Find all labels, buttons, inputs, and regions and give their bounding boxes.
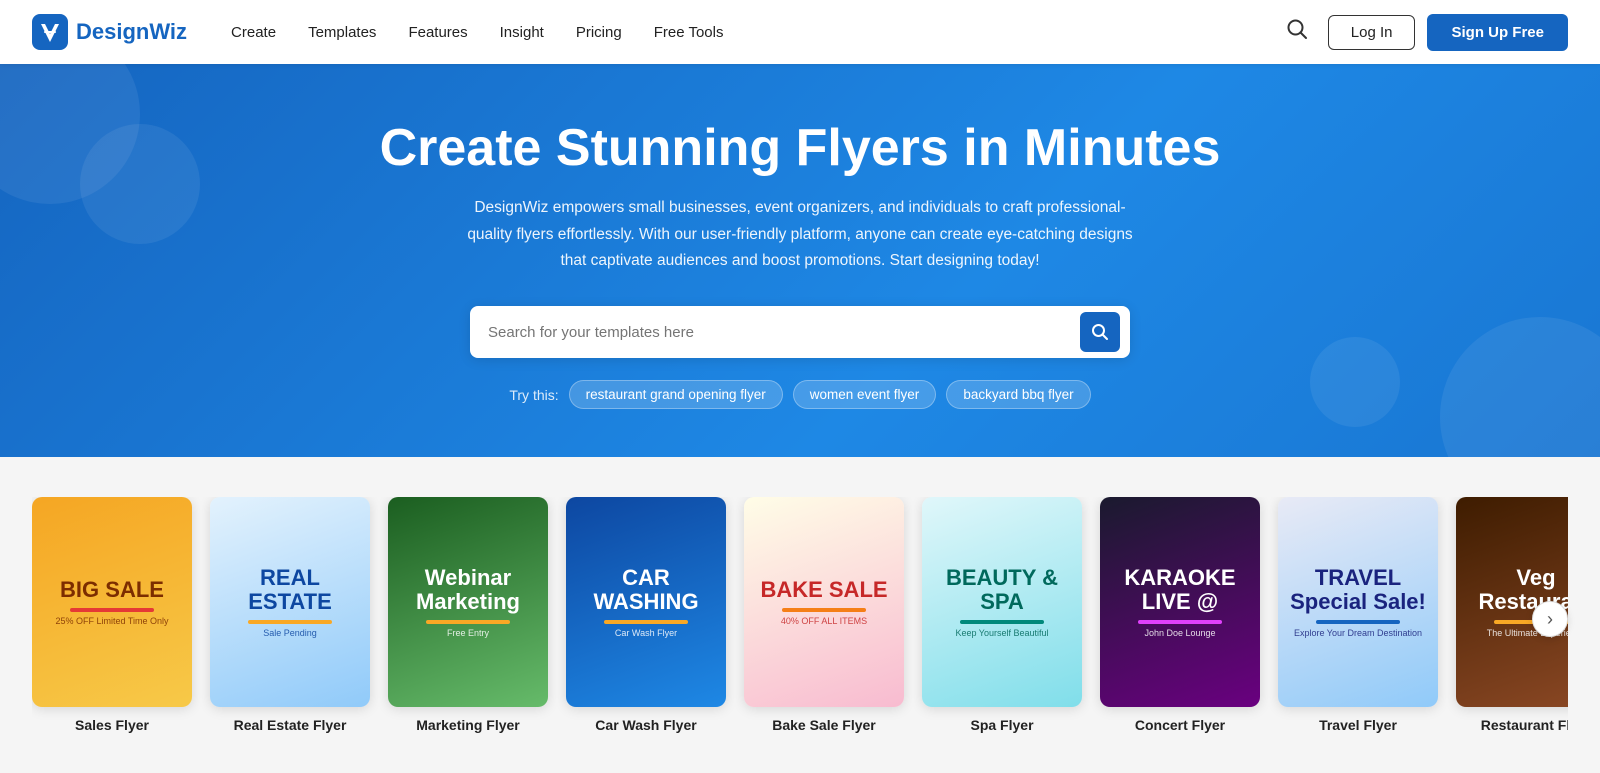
nav-free-tools[interactable]: Free Tools — [642, 16, 736, 49]
template-label-travel: Travel Flyer — [1319, 717, 1397, 733]
flyer-accent-realestate — [248, 620, 332, 624]
signup-button[interactable]: Sign Up Free — [1427, 14, 1568, 51]
nav-features[interactable]: Features — [396, 16, 479, 49]
search-input[interactable] — [488, 324, 1080, 341]
try-chip-1[interactable]: restaurant grand opening flyer — [569, 380, 783, 409]
template-label-restaurant: Restaurant Flyer — [1481, 717, 1568, 733]
template-card-spa[interactable]: BEAUTY & SPA Keep Yourself Beautiful Spa F… — [922, 497, 1082, 733]
try-this-label: Try this: — [509, 387, 558, 403]
hero-title: Create Stunning Flyers in Minutes — [32, 120, 1568, 177]
flyer-title-realestate: REAL ESTATE — [220, 566, 360, 614]
search-bar — [470, 306, 1130, 358]
search-submit-icon — [1091, 323, 1109, 341]
template-label-bake: Bake Sale Flyer — [772, 717, 876, 733]
template-card-bake[interactable]: BAKE SALE 40% OFF ALL ITEMS Bake Sale Flye… — [744, 497, 904, 733]
template-label-marketing: Marketing Flyer — [416, 717, 519, 733]
hero-deco-2 — [80, 124, 200, 244]
template-thumb-spa: BEAUTY & SPA Keep Yourself Beautiful — [922, 497, 1082, 707]
template-card-marketing[interactable]: Webinar Marketing Free Entry Marketing Fly… — [388, 497, 548, 733]
logo[interactable]: DesignWiz — [32, 14, 187, 50]
flyer-accent-bake — [782, 608, 866, 612]
search-icon-button[interactable] — [1278, 10, 1316, 54]
template-thumb-travel: TRAVEL Special Sale! Explore Your Dream D… — [1278, 497, 1438, 707]
template-thumb-bake: BAKE SALE 40% OFF ALL ITEMS — [744, 497, 904, 707]
hero-deco-4 — [1310, 337, 1400, 427]
flyer-subtitle-carwash: Car Wash Flyer — [615, 628, 677, 638]
flyer-inner-spa: BEAUTY & SPA Keep Yourself Beautiful — [922, 497, 1082, 707]
nav-templates[interactable]: Templates — [296, 16, 388, 49]
logo-icon — [32, 14, 68, 50]
flyer-title-bake: BAKE SALE — [760, 578, 887, 602]
template-thumb-concert: KARAOKE LIVE @ John Doe Lounge — [1100, 497, 1260, 707]
flyer-accent-sales — [70, 608, 154, 612]
template-thumb-realestate: REAL ESTATE Sale Pending — [210, 497, 370, 707]
flyer-title-travel: TRAVEL Special Sale! — [1288, 566, 1428, 614]
login-button[interactable]: Log In — [1328, 15, 1416, 50]
template-card-concert[interactable]: KARAOKE LIVE @ John Doe Lounge Concert Fly… — [1100, 497, 1260, 733]
flyer-subtitle-marketing: Free Entry — [447, 628, 489, 638]
templates-row-wrap: BIG SALE 25% OFF Limited Time Only Sales F… — [32, 497, 1568, 741]
flyer-title-concert: KARAOKE LIVE @ — [1110, 566, 1250, 614]
flyer-inner-concert: KARAOKE LIVE @ John Doe Lounge — [1100, 497, 1260, 707]
flyer-accent-marketing — [426, 620, 510, 624]
flyer-subtitle-concert: John Doe Lounge — [1144, 628, 1215, 638]
flyer-subtitle-realestate: Sale Pending — [263, 628, 317, 638]
template-label-sales: Sales Flyer — [75, 717, 149, 733]
try-chip-2[interactable]: women event flyer — [793, 380, 937, 409]
flyer-subtitle-travel: Explore Your Dream Destination — [1294, 628, 1422, 638]
flyer-accent-travel — [1316, 620, 1400, 624]
flyer-subtitle-bake: 40% OFF ALL ITEMS — [781, 616, 867, 626]
template-card-sales[interactable]: BIG SALE 25% OFF Limited Time Only Sales F… — [32, 497, 192, 733]
template-label-spa: Spa Flyer — [970, 717, 1033, 733]
flyer-title-sales: BIG SALE — [60, 578, 164, 602]
flyer-inner-marketing: Webinar Marketing Free Entry — [388, 497, 548, 707]
flyer-inner-sales: BIG SALE 25% OFF Limited Time Only — [32, 497, 192, 707]
try-chip-3[interactable]: backyard bbq flyer — [946, 380, 1090, 409]
search-icon — [1286, 18, 1308, 40]
navbar-left: DesignWiz Create Templates Features Insi… — [32, 14, 735, 50]
nav-insight[interactable]: Insight — [488, 16, 556, 49]
template-thumb-marketing: Webinar Marketing Free Entry — [388, 497, 548, 707]
flyer-inner-travel: TRAVEL Special Sale! Explore Your Dream D… — [1278, 497, 1438, 707]
templates-section: BIG SALE 25% OFF Limited Time Only Sales F… — [0, 457, 1600, 773]
template-thumb-carwash: CAR WASHING Car Wash Flyer — [566, 497, 726, 707]
hero-deco-3 — [1440, 317, 1600, 457]
flyer-inner-bake: BAKE SALE 40% OFF ALL ITEMS — [744, 497, 904, 707]
templates-scroll: BIG SALE 25% OFF Limited Time Only Sales F… — [32, 497, 1568, 741]
template-card-carwash[interactable]: CAR WASHING Car Wash Flyer Car Wash Flyer — [566, 497, 726, 733]
nav-create[interactable]: Create — [219, 16, 288, 49]
flyer-subtitle-spa: Keep Yourself Beautiful — [955, 628, 1048, 638]
flyer-title-marketing: Webinar Marketing — [398, 566, 538, 614]
hero-section: Create Stunning Flyers in Minutes Design… — [0, 64, 1600, 457]
template-label-carwash: Car Wash Flyer — [595, 717, 696, 733]
flyer-title-carwash: CAR WASHING — [576, 566, 716, 614]
flyer-accent-carwash — [604, 620, 688, 624]
flyer-accent-spa — [960, 620, 1044, 624]
flyer-accent-concert — [1138, 620, 1222, 624]
flyer-inner-realestate: REAL ESTATE Sale Pending — [210, 497, 370, 707]
template-label-concert: Concert Flyer — [1135, 717, 1225, 733]
template-card-realestate[interactable]: REAL ESTATE Sale Pending Real Estate Flyer — [210, 497, 370, 733]
nav-links: Create Templates Features Insight Pricin… — [219, 16, 735, 49]
nav-pricing[interactable]: Pricing — [564, 16, 634, 49]
navbar-right: Log In Sign Up Free — [1278, 10, 1568, 54]
brand-name: DesignWiz — [76, 19, 187, 45]
template-label-realestate: Real Estate Flyer — [234, 717, 347, 733]
scroll-right-arrow[interactable]: › — [1532, 601, 1568, 637]
search-submit-button[interactable] — [1080, 312, 1120, 352]
template-thumb-sales: BIG SALE 25% OFF Limited Time Only — [32, 497, 192, 707]
hero-subtitle: DesignWiz empowers small businesses, eve… — [460, 195, 1140, 274]
flyer-subtitle-sales: 25% OFF Limited Time Only — [55, 616, 168, 626]
flyer-title-spa: BEAUTY & SPA — [932, 566, 1072, 614]
navbar: DesignWiz Create Templates Features Insi… — [0, 0, 1600, 64]
flyer-inner-carwash: CAR WASHING Car Wash Flyer — [566, 497, 726, 707]
template-card-travel[interactable]: TRAVEL Special Sale! Explore Your Dream D… — [1278, 497, 1438, 733]
